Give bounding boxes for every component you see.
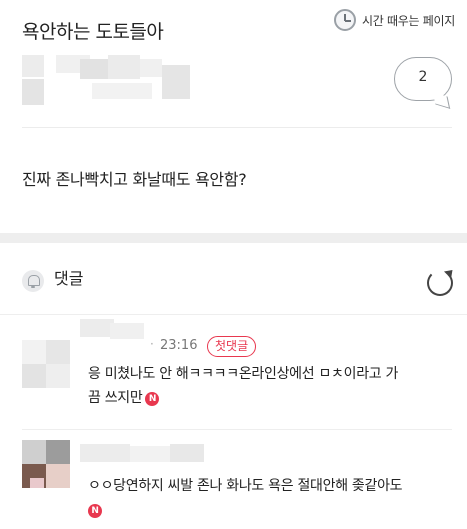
time-kill-page-link[interactable]: 시간 때우는 페이지 xyxy=(334,9,455,31)
avatar xyxy=(22,340,70,388)
board-title: 욕안하는 도토들아 xyxy=(22,21,164,43)
post-header: 욕안하는 도토들아 시간 때우는 페이지 2 xyxy=(0,0,467,128)
comment-count: 2 xyxy=(418,69,428,85)
comments-header: 댓글 xyxy=(0,243,467,315)
avatar xyxy=(22,440,70,488)
clock-icon xyxy=(334,9,357,31)
comment-text-line-2: 끔 쓰지만 N xyxy=(88,386,458,410)
comment-item: · 23:16 첫댓글 응 미쳤나도 안 해ㅋㅋㅋㅋ온라인상에선 ㅁㅊ이라고 가… xyxy=(0,315,467,429)
blurred-commenter-name xyxy=(80,319,144,341)
comment-text: 응 미쳤나도 안 해ㅋㅋㅋㅋ온라인상에선 ㅁㅊ이라고 가 끔 쓰지만 N xyxy=(88,362,458,410)
new-badge: N xyxy=(145,392,160,406)
new-badge: N xyxy=(88,504,102,518)
time-kill-label: 시간 때우는 페이지 xyxy=(362,13,455,28)
comment-item: ㅇㅇ당연하지 씨발 존나 화나도 욕은 절대안해 좆같아도 N xyxy=(0,430,467,529)
comment-text: ㅇㅇ당연하지 씨발 존나 화나도 욕은 절대안해 좆같아도 N xyxy=(88,474,458,522)
comment-text-line-2: N xyxy=(88,498,458,522)
refresh-icon[interactable] xyxy=(427,270,453,296)
post-body: 진짜 존나빡치고 화날때도 욕안함? xyxy=(22,170,247,189)
divider xyxy=(22,127,452,128)
comment-text-line: 끔 쓰지만 xyxy=(88,390,143,406)
comments-title: 댓글 xyxy=(54,269,84,288)
blurred-commenter-name xyxy=(80,444,204,466)
comment-count-bubble[interactable]: 2 xyxy=(394,57,452,101)
section-separator xyxy=(0,233,467,243)
comment-time: 23:16 xyxy=(160,338,198,353)
bell-icon[interactable] xyxy=(22,270,44,292)
blurred-author-info xyxy=(22,55,194,107)
meta-separator: · xyxy=(150,337,154,351)
comment-text-line: ㅇㅇ당연하지 씨발 존나 화나도 욕은 절대안해 좆같아도 xyxy=(88,478,403,494)
comment-text-line: 응 미쳤나도 안 해ㅋㅋㅋㅋ온라인상에선 ㅁㅊ이라고 가 xyxy=(88,366,399,382)
first-comment-badge: 첫댓글 xyxy=(207,336,257,357)
